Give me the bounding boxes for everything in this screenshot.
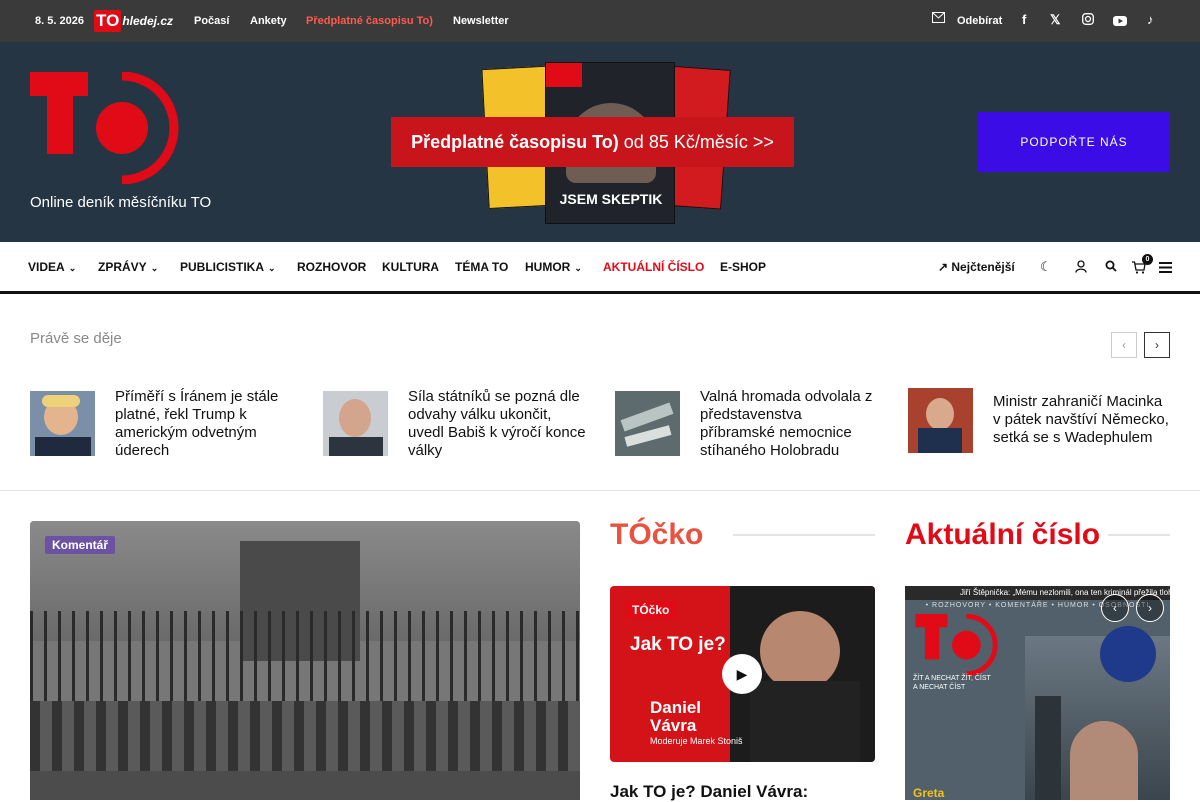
news-title: Příměří s Íránem je stále platné, řekl T… [115,388,279,459]
to-logo[interactable] [30,72,180,184]
link-pocasi[interactable]: Počasí [194,15,229,27]
link-predplatne[interactable]: Předplatné časopisu To) [306,15,433,27]
heading-line [733,534,875,536]
subscribe-link[interactable]: Odebírat [957,15,1002,27]
masthead: Online deník měsíčníku TO JSEM SKEPTIK P… [0,42,1200,242]
chevron-down-icon: ⌄ [574,263,582,273]
nav-rozhovor[interactable]: ROZHOVOR [297,260,366,274]
tocko-heading[interactable]: TÓčko [610,518,703,552]
hero-article-image[interactable]: Komentář [30,521,580,800]
ticker-next-button[interactable]: › [1144,332,1170,358]
cart-count-badge: 0 [1142,254,1153,265]
cover-headline: Jiří Štěpnička: „Mému nezlomili, ona ten… [960,588,1170,597]
nav-zpravy[interactable]: ZPRÁVY ⌄ [98,260,158,274]
video-thumbnail[interactable]: TÓčko Jak TO je? Daniel Vávra Moderuje M… [610,586,875,762]
main-navigation: VIDEA ⌄ ZPRÁVY ⌄ PUBLICISTIKA ⌄ ROZHOVOR KU… [0,242,1200,294]
video-guest-first: Daniel [650,698,702,717]
user-icon[interactable] [1075,260,1087,276]
cover-strip: • ROZHOVORY • KOMENTÁŘE • HUMOR • OSOBNO… [925,602,1150,609]
nav-eshop[interactable]: E-SHOP [720,260,766,274]
nav-tema-to[interactable]: TÉMA TO [455,260,508,274]
link-newsletter[interactable]: Newsletter [453,15,509,27]
nav-humor[interactable]: HUMOR ⌄ [525,260,582,274]
news-thumbnail [30,391,95,456]
news-item[interactable]: Ministr zahraničí Macinka v pátek navští… [908,388,1188,468]
nav-aktualni-cislo[interactable]: AKTUÁLNÍ ČÍSLO [603,260,704,274]
news-title: Valná hromada odvolala z představenstva … [700,388,873,459]
play-icon[interactable]: ▶ [722,654,762,694]
news-item[interactable]: Valná hromada odvolala z představenstva … [615,388,895,468]
chevron-down-icon: ⌄ [268,263,276,273]
tiktok-icon[interactable]: ♪ [1147,12,1154,27]
trending-link[interactable]: ↗ Nejčtenější [938,260,1015,274]
ticker-prev-button[interactable]: ‹ [1111,332,1137,358]
cover-subline: ŽÍT A NECHAT ŽÍT, ČÍST A NECHAT ČÍST [913,675,991,691]
chevron-down-icon: ⌄ [150,263,159,273]
news-title: Síla státníků se pozná dle odvahy válku … [408,388,586,459]
current-issue-heading[interactable]: Aktuální číslo [905,518,1100,552]
tohledej-logo[interactable]: TO hledej.cz [94,8,173,34]
issue-prev-button[interactable]: ‹ [1101,594,1129,622]
news-thumbnail [908,388,973,453]
video-show-title: Jak TO je? [630,634,726,655]
link-ankety[interactable]: Ankety [250,15,287,27]
search-icon[interactable] [1105,260,1117,275]
heading-line [1108,534,1170,536]
cover-to-logo [915,614,998,676]
current-date: 8. 5. 2026 [35,15,84,27]
news-title: Ministr zahraničí Macinka v pátek navští… [993,393,1169,446]
current-issue-cover[interactable]: Jiří Štěpnička: „Mému nezlomili, ona ten… [905,586,1170,800]
dark-mode-icon[interactable]: ☾ [1040,259,1052,275]
issue-next-button[interactable]: › [1136,594,1164,622]
x-icon[interactable]: 𝕏 [1050,12,1060,28]
video-guest-last: Vávra [650,716,697,735]
news-item[interactable]: Příměří s Íránem je stále platné, řekl T… [30,388,310,468]
instagram-icon[interactable] [1082,13,1094,28]
top-bar: 8. 5. 2026 TO hledej.cz Počasí Ankety Pře… [0,0,1200,42]
nav-publicistika[interactable]: PUBLICISTIKA ⌄ [180,260,276,274]
happening-now-label: Právě se děje [30,330,122,347]
nav-kultura[interactable]: KULTURA [382,260,439,274]
tocko-badge: TÓčko [625,601,677,619]
news-item[interactable]: Síla státníků se pozná dle odvahy válku … [323,388,603,468]
facebook-icon[interactable]: f [1022,12,1026,27]
chevron-down-icon: ⌄ [68,263,77,273]
youtube-icon[interactable] [1113,14,1127,29]
video-title[interactable]: Jak TO je? Daniel Vávra: [610,782,808,802]
news-thumbnail [615,391,680,456]
news-thumbnail [323,391,388,456]
category-badge[interactable]: Komentář [45,536,116,554]
nav-videa[interactable]: VIDEA ⌄ [28,260,76,274]
trending-icon: ↗ [938,260,952,274]
support-us-button[interactable]: PODPOŘTE NÁS [978,112,1170,172]
section-divider [0,490,1200,491]
video-host: Moderuje Marek Stoniš [650,736,743,746]
cover-name: Greta [913,786,945,800]
menu-icon[interactable] [1159,261,1172,276]
mail-icon[interactable] [932,11,945,26]
site-tagline: Online deník měsíčníku TO [30,194,212,211]
subscription-promo-button[interactable]: Předplatné časopisu To) od 85 Kč/měsíc >… [391,117,794,167]
